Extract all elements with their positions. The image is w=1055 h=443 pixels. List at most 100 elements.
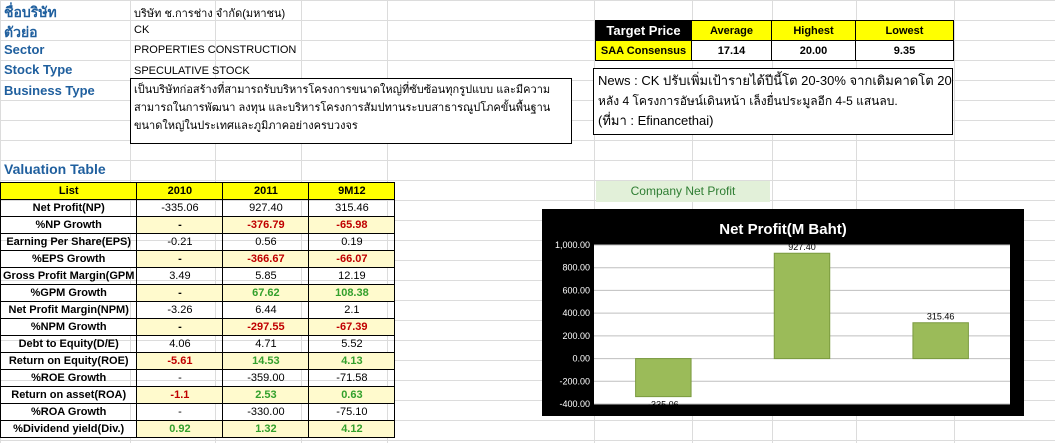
row-cell[interactable]: 108.38 [308, 284, 396, 302]
row-cell[interactable]: 6.44 [222, 301, 310, 319]
tp-lowest-value[interactable]: 9.35 [855, 40, 954, 61]
row-label[interactable]: Return on asset(ROA) [0, 386, 138, 404]
row-cell[interactable]: 3.49 [136, 267, 224, 285]
row-cell[interactable]: - [136, 369, 224, 387]
row-cell[interactable]: - [136, 216, 224, 234]
table-row: %EPS Growth - -366.67 -66.07 [0, 250, 396, 268]
row-label[interactable]: Debt to Equity(D/E) [0, 335, 138, 353]
table-row: Net Profit Margin(NPM) -3.26 6.44 2.1 [0, 301, 396, 319]
row-label[interactable]: %NPM Growth [0, 318, 138, 336]
row-label[interactable]: Gross Profit Margin(GPM [0, 267, 138, 285]
row-label[interactable]: Net Profit(NP) [0, 199, 138, 217]
row-cell[interactable]: 0.56 [222, 233, 310, 251]
row-label[interactable]: %EPS Growth [0, 250, 138, 268]
row-cell[interactable]: -376.79 [222, 216, 310, 234]
row-cell[interactable]: 1.32 [222, 420, 310, 438]
net-profit-chart[interactable]: Net Profit(M Baht) 1,000.00 800.00 600.00 4… [542, 209, 1024, 416]
news-line-2: หลัง 4 โครงการอัษน์เดินหน้า เล็งยื่นประม… [598, 94, 898, 108]
vt-header-2011: 2011 [222, 182, 310, 200]
vt-header-9m12: 9M12 [308, 182, 396, 200]
y-tick-label: -400.00 [559, 399, 590, 409]
bar[interactable] [912, 322, 969, 360]
y-tick-label: 600.00 [562, 285, 590, 295]
y-tick-label: 800.00 [562, 263, 590, 273]
row-cell[interactable]: -71.58 [308, 369, 396, 387]
row-cell[interactable]: - [136, 250, 224, 268]
net-profit-chart-svg: Net Profit(M Baht) 1,000.00 800.00 600.00 4… [555, 221, 1010, 410]
target-price-table: Target Price Average Highest Lowest SAA … [595, 20, 954, 61]
company-net-profit-label[interactable]: Company Net Profit [596, 181, 770, 202]
row-label[interactable]: Return on Equity(ROE) [0, 352, 138, 370]
y-tick-label: 200.00 [562, 331, 590, 341]
vt-header-2010: 2010 [136, 182, 224, 200]
row-label[interactable]: Earning Per Share(EPS) [0, 233, 138, 251]
row-cell[interactable]: -366.67 [222, 250, 310, 268]
symbol-label: ตัวย่อ [4, 24, 38, 40]
table-row: %Dividend yield(Div.) 0.92 1.32 4.12 [0, 420, 396, 438]
row-label[interactable]: Net Profit Margin(NPM) [0, 301, 138, 319]
news-line-3: (ที่มา : Efinancethai) [598, 113, 714, 128]
table-row: Debt to Equity(D/E) 4.06 4.71 5.52 [0, 335, 396, 353]
row-cell[interactable]: -66.07 [308, 250, 396, 268]
tp-average-value[interactable]: 17.14 [691, 40, 772, 61]
row-cell[interactable]: -3.26 [136, 301, 224, 319]
row-cell[interactable]: 4.12 [308, 420, 396, 438]
tp-col-average: Average [691, 20, 772, 41]
sector-value[interactable]: PROPERTIES CONSTRUCTION [134, 44, 296, 56]
row-cell[interactable]: 5.85 [222, 267, 310, 285]
row-cell[interactable]: -335.06 [136, 199, 224, 217]
table-row: Gross Profit Margin(GPM 3.49 5.85 12.19 [0, 267, 396, 285]
company-name-value[interactable]: บริษัท ช.การช่าง จำกัด(มหาชน) [134, 4, 285, 22]
row-cell[interactable]: 2.1 [308, 301, 396, 319]
company-name-label: ชื่อบริษัท [4, 4, 57, 20]
business-type-textbox[interactable]: เป็นบริษัทก่อสร้างที่สามารถรับบริหารโครง… [130, 78, 572, 144]
row-label[interactable]: %NP Growth [0, 216, 138, 234]
row-label[interactable]: %GPM Growth [0, 284, 138, 302]
stock-type-value[interactable]: SPECULATIVE STOCK [134, 65, 250, 77]
row-cell[interactable]: -297.55 [222, 318, 310, 336]
news-line-1: News : CK ปรับเพิ่มเป้ารายได้ปีนี้โต 20-… [598, 73, 953, 88]
row-cell[interactable]: 5.52 [308, 335, 396, 353]
row-cell[interactable]: 4.13 [308, 352, 396, 370]
row-cell[interactable]: -359.00 [222, 369, 310, 387]
row-cell[interactable]: - [136, 403, 224, 421]
row-label[interactable]: %Dividend yield(Div.) [0, 420, 138, 438]
row-cell[interactable]: 12.19 [308, 267, 396, 285]
tp-col-lowest: Lowest [855, 20, 954, 41]
row-cell[interactable]: -1.1 [136, 386, 224, 404]
row-cell[interactable]: -330.00 [222, 403, 310, 421]
row-cell[interactable]: 927.40 [222, 199, 310, 217]
row-cell[interactable]: -75.10 [308, 403, 396, 421]
tp-col-highest: Highest [771, 20, 856, 41]
row-cell[interactable]: 67.62 [222, 284, 310, 302]
row-cell[interactable]: 14.53 [222, 352, 310, 370]
y-tick-label: 1,000.00 [555, 240, 590, 250]
row-cell[interactable]: - [136, 284, 224, 302]
row-cell[interactable]: 2.53 [222, 386, 310, 404]
tp-row-label: SAA Consensus [595, 40, 692, 61]
row-cell[interactable]: -5.61 [136, 352, 224, 370]
news-textbox[interactable]: News : CK ปรับเพิ่มเป้ารายได้ปีนี้โต 20-… [593, 68, 953, 135]
row-cell[interactable]: 0.63 [308, 386, 396, 404]
row-cell[interactable]: 4.06 [136, 335, 224, 353]
data-label: 315.46 [927, 312, 955, 322]
row-cell[interactable]: -65.98 [308, 216, 396, 234]
y-tick-label: 400.00 [562, 308, 590, 318]
chart-title: Net Profit(M Baht) [719, 221, 847, 238]
bar[interactable] [635, 358, 692, 398]
row-cell[interactable]: -67.39 [308, 318, 396, 336]
bar[interactable] [773, 252, 831, 360]
row-cell[interactable]: - [136, 318, 224, 336]
row-cell[interactable]: 0.92 [136, 420, 224, 438]
row-cell[interactable]: -0.21 [136, 233, 224, 251]
row-cell[interactable]: 0.19 [308, 233, 396, 251]
row-cell[interactable]: 315.46 [308, 199, 396, 217]
row-label[interactable]: %ROE Growth [0, 369, 138, 387]
y-tick-label: 0.00 [572, 354, 590, 364]
symbol-value[interactable]: CK [134, 24, 149, 36]
row-label[interactable]: %ROA Growth [0, 403, 138, 421]
tp-highest-value[interactable]: 20.00 [771, 40, 856, 61]
row-cell[interactable]: 4.71 [222, 335, 310, 353]
data-label: 927.40 [788, 242, 816, 252]
vt-header-list: List [0, 182, 138, 200]
